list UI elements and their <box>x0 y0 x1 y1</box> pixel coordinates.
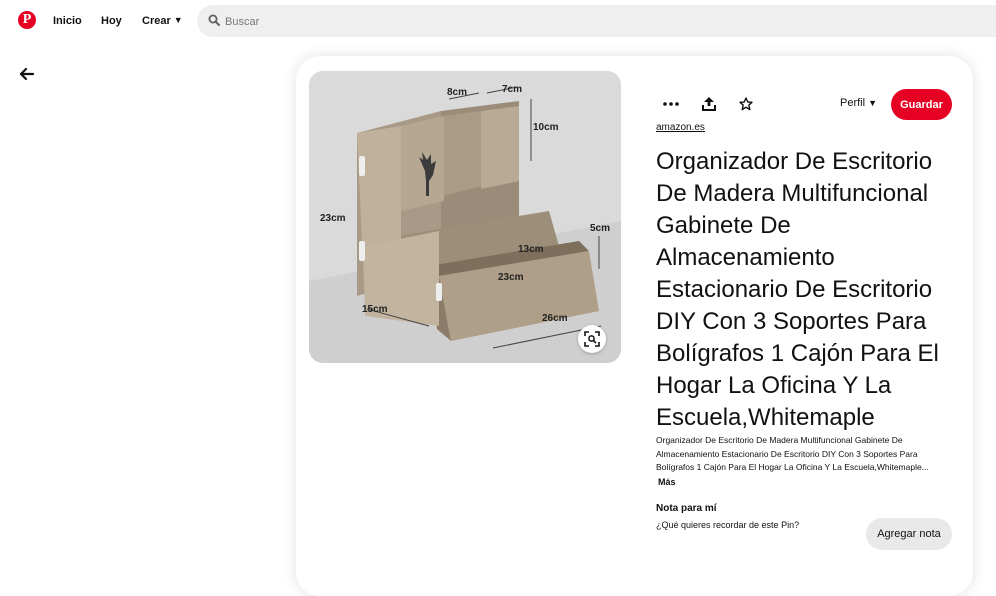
add-note-button[interactable]: Agregar nota <box>866 518 952 550</box>
profile-select[interactable]: Perfil ▼ <box>840 97 877 109</box>
nav-crear-label: Crear <box>142 15 171 27</box>
search-bar[interactable] <box>197 5 996 37</box>
visual-search-button[interactable] <box>578 325 606 353</box>
pin-description: Organizador De Escritorio De Madera Mult… <box>656 435 929 472</box>
dim-label: 10cm <box>533 122 559 133</box>
nav-inicio[interactable]: Inicio <box>53 15 82 27</box>
dim-label: 5cm <box>590 223 610 234</box>
more-options-button[interactable] <box>656 89 686 119</box>
chevron-down-icon: ▼ <box>868 98 877 108</box>
product-illustration: 8cm 7cm 10cm 23cm 5cm 13cm 23cm 15cm 26c… <box>309 71 621 363</box>
search-input[interactable] <box>223 13 827 31</box>
nav-hoy[interactable]: Hoy <box>101 15 122 27</box>
more-link[interactable]: Más <box>658 477 676 487</box>
star-outline-icon <box>739 97 753 111</box>
dim-label: 26cm <box>542 313 568 324</box>
search-icon <box>208 14 220 26</box>
dim-label: 7cm <box>502 84 522 95</box>
chevron-down-icon: ▼ <box>173 15 183 25</box>
dim-label: 23cm <box>320 213 346 224</box>
dim-label: 8cm <box>447 87 467 98</box>
dim-label: 23cm <box>498 272 524 283</box>
lens-icon <box>584 331 600 347</box>
favorite-button[interactable] <box>731 89 761 119</box>
ellipsis-icon <box>663 102 679 106</box>
top-nav: P Inicio Hoy Crear ▼ <box>0 0 996 44</box>
arrow-left-icon[interactable] <box>18 65 36 83</box>
share-upload-icon <box>702 97 716 111</box>
pin-actions: Perfil ▼ Guardar <box>656 89 956 120</box>
nav-crear[interactable]: Crear ▼ <box>142 15 183 27</box>
pinterest-logo[interactable]: P <box>18 11 36 29</box>
pin-title: Organizador De Escritorio De Madera Mult… <box>656 148 939 431</box>
pin-image[interactable]: 8cm 7cm 10cm 23cm 5cm 13cm 23cm 15cm 26c… <box>309 71 621 363</box>
note-prompt: ¿Qué quieres recordar de este Pin? <box>656 520 800 530</box>
source-link[interactable]: amazon.es <box>656 122 705 133</box>
share-button[interactable] <box>694 89 724 119</box>
save-button[interactable]: Guardar <box>891 89 952 120</box>
logo-letter: P <box>22 12 32 27</box>
note-title: Nota para mí <box>656 503 717 514</box>
profile-select-label: Perfil <box>840 97 866 109</box>
pin-card: 8cm 7cm 10cm 23cm 5cm 13cm 23cm 15cm 26c… <box>296 56 973 596</box>
dim-label: 15cm <box>362 304 388 315</box>
dim-label: 13cm <box>518 244 544 255</box>
